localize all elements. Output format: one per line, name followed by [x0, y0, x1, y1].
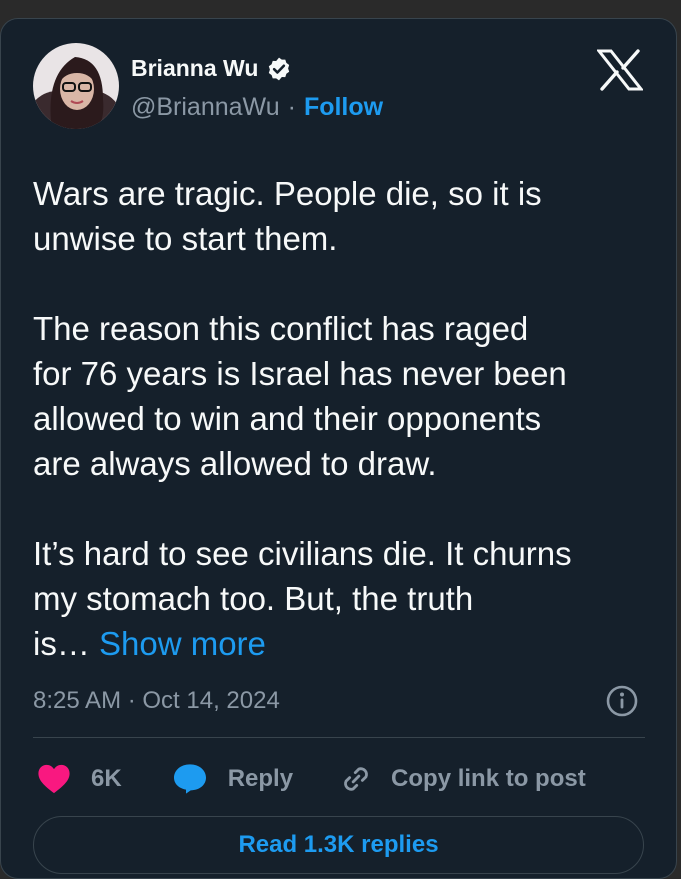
author-handle-row: @BriannaWu · Follow	[131, 93, 383, 122]
show-more-link[interactable]: Show more	[99, 625, 266, 662]
link-icon	[344, 767, 368, 791]
divider	[33, 737, 645, 738]
heart-icon	[38, 764, 70, 794]
x-logo-icon[interactable]	[595, 49, 645, 91]
copy-link-button[interactable]: Copy link to post	[339, 762, 586, 796]
copy-link-label: Copy link to post	[391, 765, 586, 792]
tweet-body: Wars are tragic. People die, so it is un…	[33, 175, 572, 662]
author-name[interactable]: Brianna Wu	[131, 55, 258, 82]
like-count: 6K	[91, 765, 122, 792]
verified-badge-icon	[266, 56, 292, 82]
reply-bubble-icon	[173, 764, 206, 794]
reply-label: Reply	[227, 765, 294, 792]
author-handle[interactable]: @BriannaWu	[131, 93, 280, 122]
follow-button[interactable]: Follow	[304, 93, 383, 122]
tweet-actions: 6K Reply Copy link to post	[37, 759, 586, 799]
like-button[interactable]: 6K	[37, 763, 122, 795]
info-icon[interactable]	[605, 684, 639, 718]
tweet-card: Brianna Wu @BriannaWu · Follow Wars are …	[0, 18, 677, 879]
avatar[interactable]	[33, 43, 119, 129]
read-replies-button[interactable]: Read 1.3K replies	[33, 816, 644, 874]
tweet-text: Wars are tragic. People die, so it is un…	[33, 171, 663, 666]
handle-separator: ·	[287, 93, 296, 121]
reply-button[interactable]: Reply	[172, 763, 293, 795]
tweet-timestamp[interactable]: 8:25 AM · Oct 14, 2024	[33, 687, 280, 715]
author-name-row: Brianna Wu	[131, 55, 292, 82]
